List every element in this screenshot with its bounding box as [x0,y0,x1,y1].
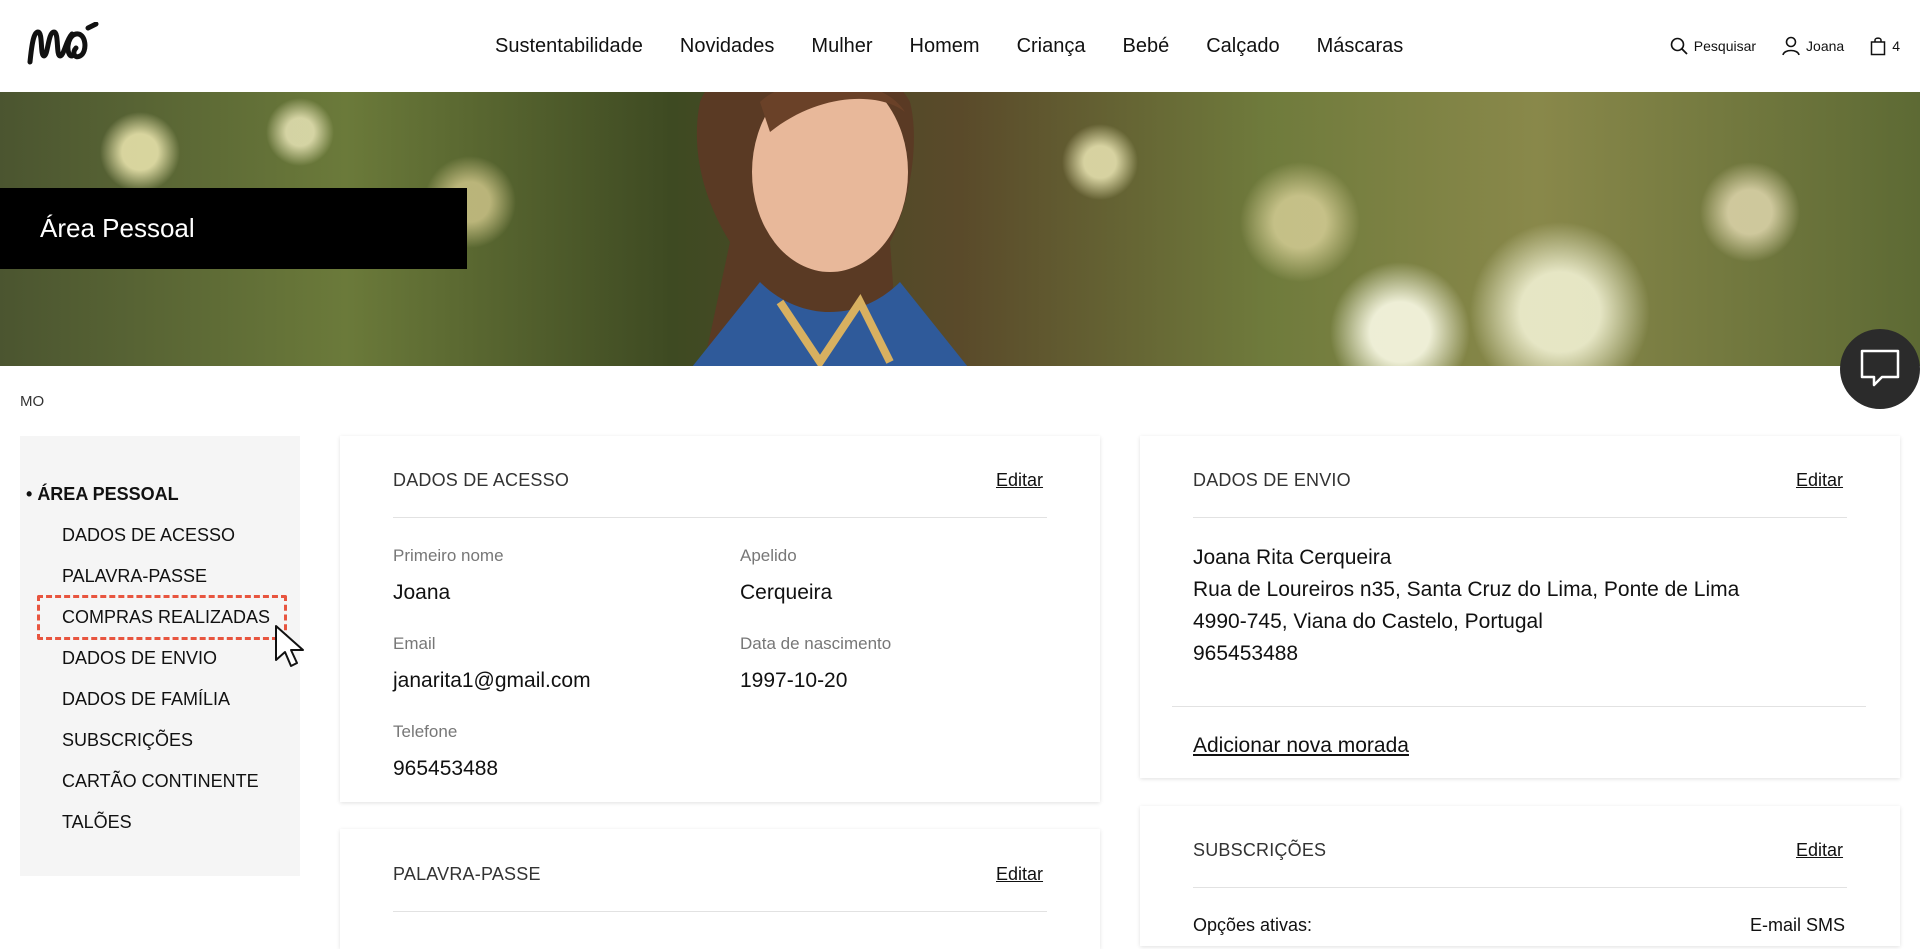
nav-crianca[interactable]: Criança [1017,35,1086,58]
search-label: Pesquisar [1693,38,1757,54]
breadcrumb[interactable]: MO [20,393,44,410]
phone-label: Telefone [393,722,458,741]
subscriptions-card-title: SUBSCRIÇÕES [1193,840,1327,860]
sidebar-item-subscricoes[interactable]: SUBSCRIÇÕES [62,730,193,751]
nav-bebe[interactable]: Bebé [1122,35,1169,58]
user-icon [1782,36,1800,56]
sidebar-active-label: ÁREA PESSOAL [37,484,179,504]
cart-button[interactable]: 4 [1870,36,1900,56]
brand-logo[interactable] [26,22,108,68]
highlight-annotation [37,595,287,640]
last-name-label: Apelido [740,546,797,565]
divider [393,517,1047,518]
search-icon [1670,37,1688,55]
chat-icon [1860,349,1900,387]
add-address-link[interactable]: Adicionar nova morada [1193,734,1409,758]
nav-homem[interactable]: Homem [910,35,980,58]
nav-sustentabilidade[interactable]: Sustentabilidade [495,35,643,58]
hero-title-box: Área Pessoal [0,188,467,269]
sidebar-item-area-pessoal[interactable]: • ÁREA PESSOAL [26,484,179,505]
sidebar-item-cartao-continente[interactable]: CARTÃO CONTINENTE [62,771,259,792]
nav-novidades[interactable]: Novidades [680,35,775,58]
account-button[interactable]: Joana [1782,36,1844,56]
password-edit-button[interactable]: Editar [996,864,1043,885]
first-name-value: Joana [393,581,451,604]
divider [1172,706,1866,707]
phone-value: 965453488 [393,757,499,780]
birthdate-label: Data de nascimento [740,634,892,653]
chat-button[interactable] [1840,329,1920,409]
last-name-value: Cerqueira [740,581,833,604]
mouse-cursor-icon [275,625,304,667]
access-edit-button[interactable]: Editar [996,470,1043,491]
email-label: Email [393,634,436,653]
active-options-value: E-mail SMS [1750,915,1846,935]
access-card-title: DADOS DE ACESSO [393,470,570,490]
sidebar-item-dados-acesso[interactable]: DADOS DE ACESSO [62,525,235,546]
header-actions: Pesquisar Joana 4 [1670,0,1900,92]
sidebar-item-taloes[interactable]: TALÕES [62,812,132,833]
shipping-street: Rua de Loureiros n35, Santa Cruz do Lima… [1193,578,1740,601]
sidebar-item-dados-familia[interactable]: DADOS DE FAMÍLIA [62,689,230,710]
shipping-phone: 965453488 [1193,642,1299,665]
shipping-name: Joana Rita Cerqueira [1193,546,1392,569]
bag-icon [1870,37,1886,56]
email-value: janarita1@gmail.com [393,669,591,692]
main-nav: Sustentabilidade Novidades Mulher Homem … [495,0,1403,92]
first-name-label: Primeiro nome [393,546,504,565]
nav-calcado[interactable]: Calçado [1206,35,1279,58]
site-header: Sustentabilidade Novidades Mulher Homem … [0,0,1920,92]
shipping-card-title: DADOS DE ENVIO [1193,470,1351,490]
divider [1193,517,1847,518]
divider [393,911,1047,912]
subscriptions-edit-button[interactable]: Editar [1796,840,1843,861]
page-title: Área Pessoal [40,213,195,243]
active-options-label: Opções ativas: [1193,915,1313,935]
password-card [340,829,1100,949]
user-label: Joana [1806,38,1845,54]
nav-mascaras[interactable]: Máscaras [1317,35,1404,58]
sidebar-item-palavra-passe[interactable]: PALAVRA-PASSE [62,566,207,587]
password-card-title: PALAVRA-PASSE [393,864,541,884]
hero-photo-woman [692,92,968,366]
cart-count: 4 [1892,38,1900,54]
birthdate-value: 1997-10-20 [740,669,848,692]
divider [1193,887,1847,888]
sidebar-item-dados-envio[interactable]: DADOS DE ENVIO [62,648,217,669]
shipping-edit-button[interactable]: Editar [1796,470,1843,491]
search-button[interactable]: Pesquisar [1670,37,1756,55]
nav-mulher[interactable]: Mulher [811,35,872,58]
shipping-postal: 4990-745, Viana do Castelo, Portugal [1193,610,1543,633]
